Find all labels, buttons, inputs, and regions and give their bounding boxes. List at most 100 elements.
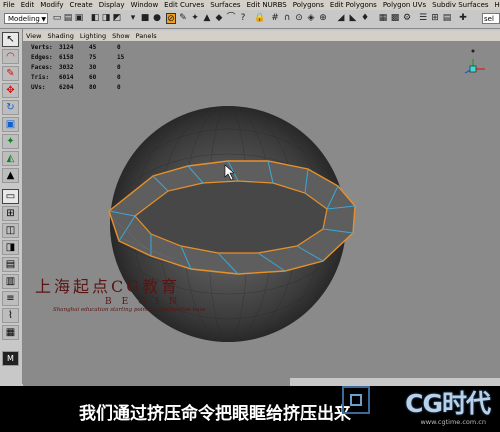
hud-value: 0 bbox=[117, 84, 121, 91]
select-hierarchy-icon[interactable]: ◧ bbox=[90, 13, 100, 24]
tool-settings-icon[interactable]: ⊞ bbox=[430, 13, 440, 24]
channel-box-icon[interactable]: ▤ bbox=[442, 13, 452, 24]
status-line: Modeling ▼ ▭ ▤ ▣ ◧ ◨ ◩ ▾ ■ ● ⊘ ✎ ✦ ▲ ◆ ⌒ … bbox=[0, 10, 500, 29]
output-ops-icon[interactable]: ◣ bbox=[348, 13, 358, 24]
hud-label: Verts: bbox=[31, 44, 53, 51]
save-scene-icon[interactable]: ▣ bbox=[74, 13, 84, 24]
menu-edit[interactable]: Edit bbox=[18, 0, 38, 10]
pick-curve-icon[interactable]: ⌒ bbox=[226, 13, 236, 24]
hud-label: Edges: bbox=[31, 54, 53, 61]
scale-tool-icon[interactable]: ▣ bbox=[2, 117, 19, 132]
last-tool-icon[interactable]: ▲ bbox=[2, 168, 19, 183]
menu-polygon-uvs[interactable]: Polygon UVs bbox=[380, 0, 429, 10]
view-cube-icon[interactable] bbox=[464, 49, 485, 74]
hud-value: 3032 bbox=[59, 64, 74, 71]
make-live-icon[interactable]: ⊕ bbox=[318, 13, 328, 24]
hud-row-edges: Edges: 6158 75 15 bbox=[31, 54, 124, 64]
watermark-latin: BEGIN bbox=[105, 297, 187, 307]
brand-logo: CG时代 www.cgtime.com.cn bbox=[338, 382, 496, 430]
open-scene-icon[interactable]: ▤ bbox=[63, 13, 73, 24]
move-tool-icon[interactable]: ✥ bbox=[2, 83, 19, 98]
snap-plane-icon[interactable]: ◈ bbox=[306, 13, 316, 24]
pick-uv-icon[interactable]: ⊘ bbox=[166, 13, 176, 24]
manipulator-tool-icon[interactable]: ✦ bbox=[2, 134, 19, 149]
new-scene-icon[interactable]: ▭ bbox=[52, 13, 62, 24]
pick-lattice-icon[interactable]: ▲ bbox=[202, 13, 212, 24]
persp-hypershade-layout-icon[interactable]: ▥ bbox=[2, 274, 19, 289]
quick-select-icon[interactable]: ✚ bbox=[458, 13, 468, 24]
hud-row-verts: Verts: 3124 45 0 bbox=[31, 44, 124, 54]
pick-edge-icon[interactable]: ■ bbox=[140, 13, 150, 24]
render-globals-icon[interactable]: ⚙ bbox=[402, 13, 412, 24]
outliner-layout-icon[interactable]: ≡ bbox=[2, 291, 19, 306]
toolbox: ↖ ◠ ✎ ✥ ↻ ▣ ✦ ◭ ▲ ▭ ⊞ ◫ ◨ ▤ ▥ ≡ ⌇ ▦ M bbox=[0, 29, 23, 384]
hud-row-uvs: UVs: 6204 80 0 bbox=[31, 84, 124, 94]
attribute-editor-icon[interactable]: ☰ bbox=[418, 13, 428, 24]
menu-edit-nurbs[interactable]: Edit NURBS bbox=[244, 0, 290, 10]
pick-face-icon[interactable]: ● bbox=[152, 13, 162, 24]
menu-window[interactable]: Window bbox=[128, 0, 162, 10]
mode-selector-value: Modeling bbox=[8, 15, 40, 23]
ipr-render-icon[interactable]: ▩ bbox=[390, 13, 400, 24]
pick-hull-icon[interactable]: ◆ bbox=[214, 13, 224, 24]
menu-help[interactable]: Help bbox=[492, 0, 500, 10]
brand-url: www.cgtime.com.cn bbox=[420, 418, 486, 426]
construction-history-icon[interactable]: ♦ bbox=[360, 13, 370, 24]
menu-edit-polygons[interactable]: Edit Polygons bbox=[327, 0, 380, 10]
hud-value: 3124 bbox=[59, 44, 74, 51]
hypershade-layout-icon[interactable]: ▤ bbox=[2, 257, 19, 272]
panel-menu-view[interactable]: View bbox=[23, 31, 44, 41]
hud-value: 6204 bbox=[59, 84, 74, 91]
menu-display[interactable]: Display bbox=[96, 0, 128, 10]
quick-selection-field[interactable]: sel bbox=[482, 13, 500, 24]
menu-modify[interactable]: Modify bbox=[37, 0, 66, 10]
hud-value: 75 bbox=[89, 54, 97, 61]
menu-surfaces[interactable]: Surfaces bbox=[207, 0, 243, 10]
hud-value: 6014 bbox=[59, 74, 74, 81]
snap-curve-icon[interactable]: ∩ bbox=[282, 13, 292, 24]
graph-editor-layout-icon[interactable]: ⌇ bbox=[2, 308, 19, 323]
paint-select-tool-icon[interactable]: ✎ bbox=[2, 66, 19, 81]
select-component-icon[interactable]: ◩ bbox=[112, 13, 122, 24]
panel-menu-lighting[interactable]: Lighting bbox=[77, 31, 109, 41]
four-view-layout-icon[interactable]: ⊞ bbox=[2, 206, 19, 221]
single-perspective-layout-icon[interactable]: ▭ bbox=[2, 189, 19, 204]
hud-label: Tris: bbox=[31, 74, 50, 81]
panel-menu-show[interactable]: Show bbox=[109, 31, 133, 41]
persp-graph-layout-icon[interactable]: ◨ bbox=[2, 240, 19, 255]
mode-selector[interactable]: Modeling ▼ bbox=[4, 13, 48, 24]
menu-edit-curves[interactable]: Edit Curves bbox=[161, 0, 207, 10]
quick-selection-field-value: sel bbox=[484, 15, 494, 23]
script-editor-layout-icon[interactable]: ▦ bbox=[2, 325, 19, 340]
select-object-icon[interactable]: ◨ bbox=[101, 13, 111, 24]
lock-selection-icon[interactable]: 🔒 bbox=[254, 13, 265, 24]
input-ops-icon[interactable]: ◢ bbox=[336, 13, 346, 24]
pick-surface-icon[interactable]: ? bbox=[238, 13, 248, 24]
rotate-tool-icon[interactable]: ↻ bbox=[2, 100, 19, 115]
hud-value: 0 bbox=[117, 74, 121, 81]
panel-menu-panels[interactable]: Panels bbox=[133, 31, 160, 41]
hud-value: 0 bbox=[117, 44, 121, 51]
perspective-viewport[interactable]: Verts: 3124 45 0 Edges: 6158 75 15 Faces: 3032 3… bbox=[23, 41, 500, 386]
pick-misc-icon[interactable]: ✎ bbox=[178, 13, 188, 24]
render-frame-icon[interactable]: ▦ bbox=[378, 13, 388, 24]
main-menubar: File Edit Modify Create Display Window Edit Cu… bbox=[0, 0, 500, 10]
persp-outliner-layout-icon[interactable]: ◫ bbox=[2, 223, 19, 238]
hud-label: Faces: bbox=[31, 64, 53, 71]
select-tool-icon[interactable]: ↖ bbox=[2, 32, 19, 47]
menu-subdiv-surfaces[interactable]: Subdiv Surfaces bbox=[429, 0, 491, 10]
snap-point-icon[interactable]: ⊙ bbox=[294, 13, 304, 24]
pick-handle-icon[interactable]: ✦ bbox=[190, 13, 200, 24]
hud-row-faces: Faces: 3032 30 0 bbox=[31, 64, 124, 74]
menu-create[interactable]: Create bbox=[66, 0, 95, 10]
soft-mod-tool-icon[interactable]: ◭ bbox=[2, 151, 19, 166]
hud-value: 15 bbox=[117, 54, 125, 61]
panel-menu-shading[interactable]: Shading bbox=[44, 31, 76, 41]
lasso-tool-icon[interactable]: ◠ bbox=[2, 49, 19, 64]
menu-polygons[interactable]: Polygons bbox=[290, 0, 327, 10]
menu-file[interactable]: File bbox=[0, 0, 18, 10]
snap-grid-icon[interactable]: # bbox=[270, 13, 280, 24]
panel-menubar: View Shading Lighting Show Panels bbox=[23, 31, 500, 41]
hud-label: UVs: bbox=[31, 84, 46, 91]
pick-vertex-icon[interactable]: ▾ bbox=[128, 13, 138, 24]
